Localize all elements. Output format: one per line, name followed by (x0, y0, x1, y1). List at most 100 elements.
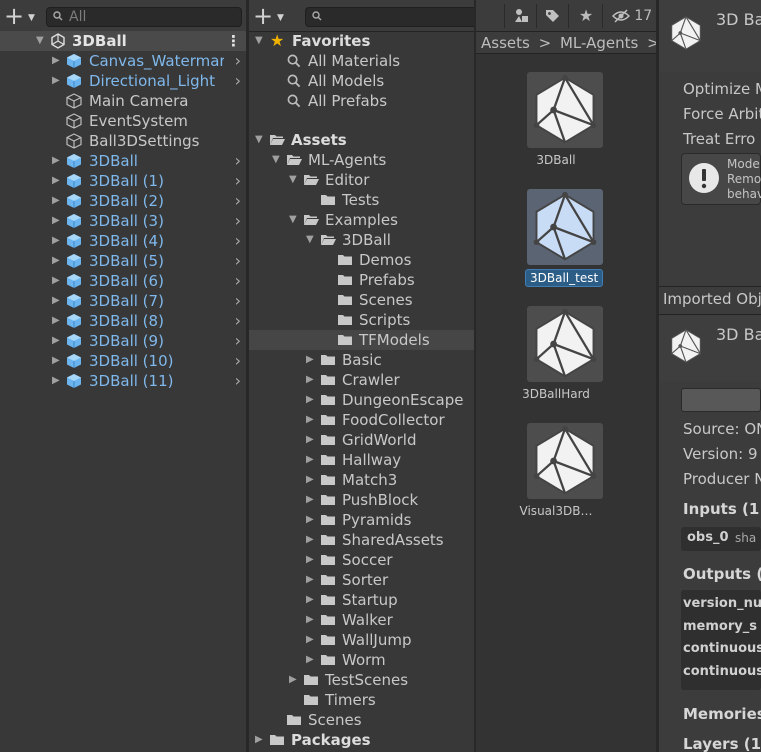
hierarchy-item[interactable]: ▶ Canvas_Watermark › (0, 51, 246, 71)
chevron-right-icon[interactable]: › (235, 331, 241, 351)
expand-arrow-icon[interactable]: ▶ (306, 630, 314, 650)
project-search[interactable] (305, 7, 474, 27)
folder-row[interactable]: ▶ Sorter (249, 570, 474, 590)
folder-row[interactable]: Scenes (249, 710, 474, 730)
memories-foldout[interactable]: Memories (683, 705, 761, 723)
project-search-input[interactable] (328, 9, 474, 25)
folder-row[interactable]: ▶ WallJump (249, 630, 474, 650)
chevron-right-icon[interactable]: › (235, 351, 241, 371)
expand-arrow-icon[interactable]: ▶ (255, 730, 263, 750)
favorite-item[interactable]: All Models (249, 71, 474, 91)
hierarchy-item[interactable]: Ball3DSettings (0, 131, 246, 151)
folder-row[interactable]: ▶ SharedAssets (249, 530, 474, 550)
expand-arrow-icon[interactable]: ▶ (306, 510, 314, 530)
folder-row[interactable]: ▶ Pyramids (249, 510, 474, 530)
folder-row[interactable]: ▶ Crawler (249, 370, 474, 390)
folder-row[interactable]: Scripts (249, 310, 474, 330)
expand-arrow-icon[interactable]: ▶ (52, 291, 60, 311)
expand-arrow-icon[interactable]: ▶ (306, 390, 314, 410)
folder-row[interactable]: ▶ Worm (249, 650, 474, 670)
folder-row[interactable]: ▼ Examples (249, 210, 474, 230)
hierarchy-item[interactable]: ▶ Directional_Light › (0, 71, 246, 91)
filter-by-label-icon[interactable] (540, 5, 564, 27)
breadcrumb-assets[interactable]: Assets (481, 34, 530, 52)
folder-row[interactable]: Demos (249, 250, 474, 270)
folder-row[interactable]: TFModels (249, 330, 474, 350)
folder-row[interactable]: ▼ Assets (249, 130, 474, 150)
layers-foldout[interactable]: Layers (1 (683, 735, 761, 752)
hierarchy-item[interactable]: ▶ 3DBall (7) › (0, 291, 246, 311)
hierarchy-item[interactable]: ▶ 3DBall (9) › (0, 331, 246, 351)
expand-arrow-icon[interactable]: ▶ (306, 570, 314, 590)
expand-arrow-icon[interactable]: ▼ (36, 31, 44, 51)
expand-arrow-icon[interactable]: ▶ (306, 410, 314, 430)
asset-tile[interactable]: 3DBallHard (506, 306, 606, 406)
kebab-menu-icon[interactable]: ⋮ (226, 31, 241, 51)
favorite-item[interactable]: All Prefabs (249, 91, 474, 111)
asset-tile[interactable]: Visual3DB… (506, 423, 606, 523)
hierarchy-search-input[interactable] (69, 9, 237, 25)
folder-row[interactable]: Prefabs (249, 270, 474, 290)
expand-arrow-icon[interactable]: ▶ (52, 351, 60, 371)
hierarchy-search[interactable] (46, 7, 242, 27)
folder-row[interactable]: Timers (249, 690, 474, 710)
folder-row[interactable]: ▶ TestScenes (249, 670, 474, 690)
favorites-header[interactable]: ▼ ★ Favorites (249, 31, 474, 51)
hierarchy-item[interactable]: ▶ 3DBall (2) › (0, 191, 246, 211)
hierarchy-item[interactable]: ▶ 3DBall (5) › (0, 251, 246, 271)
folder-row[interactable]: ▶ PushBlock (249, 490, 474, 510)
expand-arrow-icon[interactable]: ▼ (255, 31, 263, 51)
hidden-packages-toggle[interactable]: 17 (610, 5, 654, 27)
chevron-right-icon[interactable]: › (235, 51, 241, 71)
inputs-foldout[interactable]: Inputs (1 (683, 500, 759, 518)
chevron-right-icon[interactable]: › (235, 271, 241, 291)
folder-row[interactable]: ▶ GridWorld (249, 430, 474, 450)
folder-row[interactable]: ▶ Packages (249, 730, 474, 750)
expand-arrow-icon[interactable]: ▶ (306, 470, 314, 490)
hierarchy-item[interactable]: Main Camera (0, 91, 246, 111)
expand-arrow-icon[interactable]: ▶ (306, 610, 314, 630)
chevron-right-icon[interactable]: › (235, 251, 241, 271)
expand-arrow-icon[interactable]: ▶ (306, 590, 314, 610)
breadcrumb-ml-agents[interactable]: ML-Agents (560, 34, 638, 52)
expand-arrow-icon[interactable]: ▶ (52, 211, 60, 231)
filter-by-type-icon[interactable] (510, 5, 534, 27)
outputs-foldout[interactable]: Outputs ( (683, 565, 761, 583)
asset-tile[interactable]: 3DBall_test (506, 189, 606, 289)
expand-arrow-icon[interactable]: ▶ (52, 171, 60, 191)
folder-row[interactable]: Tests (249, 190, 474, 210)
chevron-right-icon[interactable]: › (235, 371, 241, 391)
folder-row[interactable]: ▼ Editor (249, 170, 474, 190)
expand-arrow-icon[interactable]: ▶ (306, 530, 314, 550)
folder-row[interactable]: ▼ 3DBall (249, 230, 474, 250)
folder-row[interactable]: ▶ Soccer (249, 550, 474, 570)
hierarchy-item[interactable]: ▶ 3DBall (4) › (0, 231, 246, 251)
chevron-right-icon[interactable]: › (235, 291, 241, 311)
expand-arrow-icon[interactable]: ▶ (52, 331, 60, 351)
folder-row[interactable]: ▼ ML-Agents (249, 150, 474, 170)
expand-arrow-icon[interactable]: ▶ (52, 251, 60, 271)
create-button[interactable]: + ▼ (4, 4, 42, 28)
favorite-star-icon[interactable]: ★ (574, 5, 598, 27)
hierarchy-item[interactable]: ▶ 3DBall › (0, 151, 246, 171)
expand-arrow-icon[interactable]: ▼ (272, 150, 280, 170)
folder-row[interactable]: ▶ Walker (249, 610, 474, 630)
chevron-right-icon[interactable]: › (235, 151, 241, 171)
hierarchy-item[interactable]: ▶ 3DBall (1) › (0, 171, 246, 191)
folder-row[interactable]: ▶ DungeonEscape (249, 390, 474, 410)
hierarchy-item[interactable]: ▶ 3DBall (11) › (0, 371, 246, 391)
chevron-right-icon[interactable]: › (235, 211, 241, 231)
hierarchy-item[interactable]: ▶ 3DBall (3) › (0, 211, 246, 231)
folder-row[interactable]: ▶ Hallway (249, 450, 474, 470)
expand-arrow-icon[interactable]: ▼ (289, 210, 297, 230)
folder-row[interactable]: ▶ Startup (249, 590, 474, 610)
folder-row[interactable]: ▶ FoodCollector (249, 410, 474, 430)
folder-row[interactable]: ▶ Basic (249, 350, 474, 370)
chevron-right-icon[interactable]: › (235, 191, 241, 211)
expand-arrow-icon[interactable]: ▶ (52, 151, 60, 171)
expand-arrow-icon[interactable]: ▶ (52, 191, 60, 211)
chevron-right-icon[interactable]: › (235, 231, 241, 251)
expand-arrow-icon[interactable]: ▶ (52, 231, 60, 251)
hierarchy-item[interactable]: ▶ 3DBall (6) › (0, 271, 246, 291)
expand-arrow-icon[interactable]: ▶ (306, 370, 314, 390)
